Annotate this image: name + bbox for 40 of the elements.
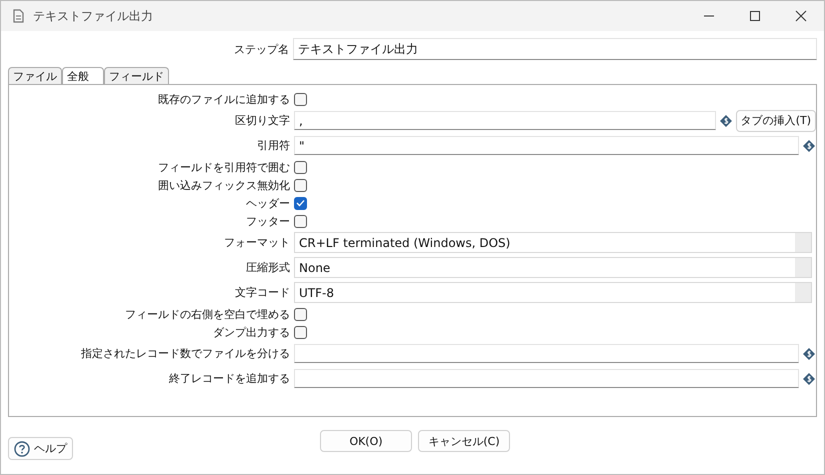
field-label: 終了レコードを追加する	[168, 371, 291, 386]
field-label: 圧縮形式	[245, 260, 291, 275]
checkbox[interactable]	[294, 196, 307, 210]
field-label: 既存のファイルに追加する	[157, 92, 291, 106]
dropdown[interactable]: CR+LF terminated (Windows, DOS)	[294, 232, 812, 253]
help-icon	[14, 440, 30, 456]
help-button[interactable]: ヘルプ	[8, 437, 73, 460]
field-label: ステップ名	[233, 42, 290, 56]
input-field[interactable]: ,	[294, 111, 716, 130]
field-label: 文字コード	[234, 285, 291, 300]
cancel-button[interactable]: キャンセル(C)	[418, 430, 510, 452]
dropdown[interactable]: None	[294, 257, 812, 278]
checkbox[interactable]	[294, 92, 307, 106]
checkbox[interactable]	[294, 160, 307, 174]
checkbox[interactable]	[294, 214, 307, 228]
tab[interactable]: フィールド	[104, 67, 169, 84]
field-label: ダンプ出力する	[212, 324, 291, 340]
field-label: ヘッダー	[245, 196, 291, 210]
input-field[interactable]	[294, 369, 799, 388]
field-label: 指定されたレコード数でファイルを分ける	[80, 346, 291, 361]
tab[interactable]: 全般	[62, 67, 104, 84]
field-label: フィールドの右側を空白で埋める	[124, 306, 291, 322]
ok-button[interactable]: OK(O)	[320, 430, 412, 452]
checkbox[interactable]	[294, 178, 307, 192]
checkbox[interactable]	[294, 326, 307, 338]
field-label: フォーマット	[223, 235, 291, 250]
input-field[interactable]: "	[294, 136, 799, 155]
field-label: 引用符	[256, 138, 291, 153]
document-icon	[11, 8, 25, 24]
field-label: フィールドを引用符で囲む	[157, 160, 291, 174]
tab[interactable]: ファイル	[8, 67, 62, 84]
insert-tab-button[interactable]: タブの挿入(T)	[736, 110, 816, 132]
field-label: 区切り文字	[234, 113, 291, 128]
input-field[interactable]	[294, 344, 799, 363]
field-label: フッター	[245, 214, 291, 228]
checkbox[interactable]	[294, 308, 307, 320]
field-label: 囲い込みフィックス無効化	[157, 178, 291, 192]
step-name-field[interactable]: テキストファイル出力	[293, 38, 817, 60]
dropdown[interactable]: UTF-8	[294, 282, 812, 303]
window-title: テキストファイル出力	[33, 8, 153, 24]
